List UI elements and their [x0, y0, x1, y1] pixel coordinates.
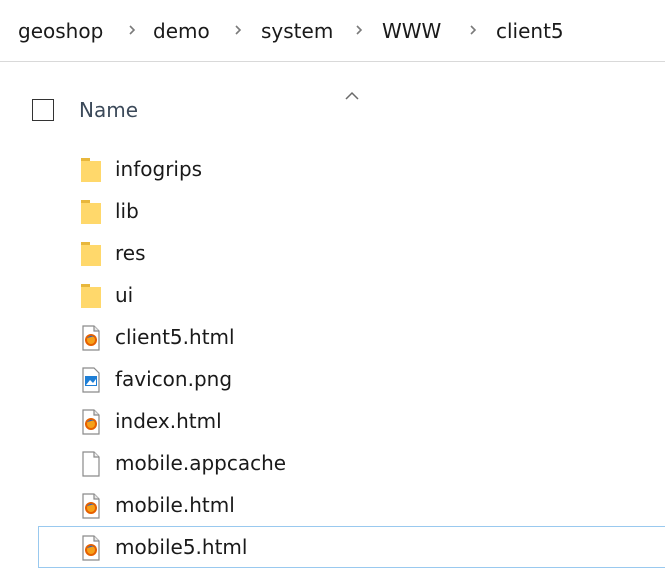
file-name-label: favicon.png [115, 367, 233, 391]
blank-file-icon [78, 449, 104, 479]
file-name-label: mobile.html [115, 493, 235, 517]
breadcrumb-item-geoshop[interactable]: geoshop [18, 18, 103, 44]
column-header-name[interactable]: Name [79, 96, 138, 124]
breadcrumb-item-client5[interactable]: client5 [496, 18, 564, 44]
chevron-right-icon[interactable] [128, 21, 137, 39]
file-name-label: infogrips [115, 157, 203, 181]
image-file-icon [78, 365, 104, 395]
folder-icon [78, 239, 104, 269]
breadcrumb: geoshop demo system WWW client5 [0, 0, 665, 62]
file-name-label: lib [115, 199, 139, 223]
breadcrumb-item-www[interactable]: WWW [382, 18, 441, 44]
file-list-item[interactable]: mobile5.html [38, 526, 665, 568]
firefox-html-file-icon [78, 407, 104, 437]
file-list-item[interactable]: favicon.png [38, 358, 665, 400]
file-list-item[interactable]: mobile.appcache [38, 442, 665, 484]
file-list-item[interactable]: client5.html [38, 316, 665, 358]
file-list-item[interactable]: ui [38, 274, 665, 316]
file-list-item[interactable]: infogrips [38, 148, 665, 190]
chevron-right-icon[interactable] [469, 21, 478, 39]
firefox-html-file-icon [78, 533, 104, 563]
file-name-label: mobile.appcache [115, 451, 287, 475]
select-all-checkbox[interactable] [32, 99, 54, 121]
chevron-right-icon[interactable] [234, 21, 243, 39]
file-list-item[interactable]: index.html [38, 400, 665, 442]
file-name-label: res [115, 241, 146, 265]
file-list-item[interactable]: res [38, 232, 665, 274]
chevron-right-icon[interactable] [355, 21, 364, 39]
breadcrumb-item-system[interactable]: system [261, 18, 333, 44]
file-list-item[interactable]: mobile.html [38, 484, 665, 526]
firefox-html-file-icon [78, 323, 104, 353]
folder-icon [78, 155, 104, 185]
file-name-label: ui [115, 283, 134, 307]
folder-icon [78, 281, 104, 311]
breadcrumb-item-demo[interactable]: demo [153, 18, 210, 44]
firefox-html-file-icon [78, 491, 104, 521]
file-list-item[interactable]: lib [38, 190, 665, 232]
sort-ascending-icon [344, 86, 360, 100]
folder-icon [78, 197, 104, 227]
file-name-label: mobile5.html [115, 535, 248, 559]
file-name-label: client5.html [115, 325, 235, 349]
file-name-label: index.html [115, 409, 222, 433]
